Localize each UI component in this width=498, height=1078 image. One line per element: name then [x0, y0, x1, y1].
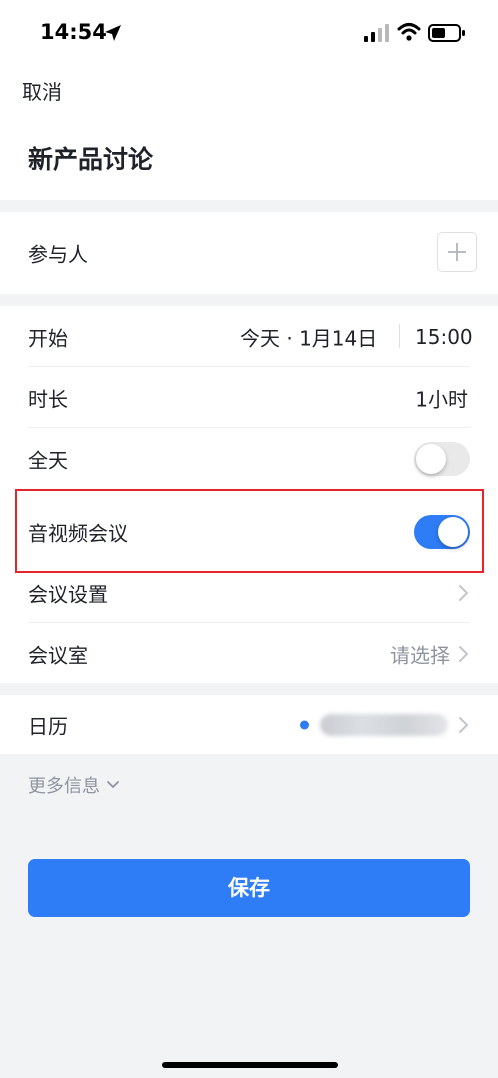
chevron-right-icon: [459, 716, 469, 733]
status-bar: 14:54: [0, 0, 498, 66]
meeting-room-placeholder: 请选择: [390, 643, 450, 667]
battery-icon: [428, 24, 465, 42]
home-indicator[interactable]: [162, 1062, 338, 1068]
page-title[interactable]: 新产品讨论: [28, 140, 153, 176]
participants-card: 参与人: [0, 212, 498, 294]
calendar-row[interactable]: 日历: [0, 695, 498, 754]
calendar-card: 日历: [0, 695, 498, 754]
duration-row[interactable]: 时长 1小时: [0, 367, 498, 428]
av-meeting-toggle[interactable]: [414, 514, 470, 549]
header: 取消 新产品讨论: [0, 66, 498, 200]
calendar-label: 日历: [28, 714, 68, 738]
location-arrow-icon: [105, 25, 121, 41]
plus-icon: [448, 243, 466, 261]
start-label: 开始: [28, 326, 68, 350]
calendar-color-dot: [300, 720, 309, 729]
cancel-button[interactable]: 取消: [22, 76, 62, 105]
duration-label: 时长: [28, 387, 68, 411]
chevron-down-icon: [107, 781, 119, 789]
all-day-toggle[interactable]: [414, 441, 470, 476]
duration-value[interactable]: 1小时: [415, 383, 468, 412]
wifi-icon: [397, 23, 421, 41]
start-row[interactable]: 开始 今天 · 1月14日 15:00: [0, 306, 498, 367]
calendar-name-blurred: [320, 713, 448, 736]
meeting-settings-row[interactable]: 会议设置: [0, 562, 498, 623]
start-time-value[interactable]: 15:00: [415, 325, 473, 349]
chevron-right-icon: [459, 584, 469, 601]
all-day-label: 全天: [28, 448, 68, 472]
add-participant-button[interactable]: [437, 232, 477, 272]
cellular-signal-icon: [364, 24, 389, 42]
participants-label: 参与人: [28, 242, 88, 267]
toggle-knob: [438, 516, 468, 547]
more-info-label: 更多信息: [28, 776, 100, 797]
meeting-room-label: 会议室: [28, 643, 88, 667]
more-info-toggle[interactable]: 更多信息: [28, 772, 120, 798]
av-meeting-row: 音视频会议: [0, 501, 498, 562]
status-time: 14:54: [40, 20, 107, 44]
save-button[interactable]: 保存: [28, 859, 470, 917]
date-time-separator: [399, 324, 400, 348]
all-day-row: 全天: [0, 428, 498, 489]
meeting-settings-label: 会议设置: [28, 582, 108, 606]
toggle-knob: [416, 443, 446, 474]
start-date-value[interactable]: 今天 · 1月14日: [240, 322, 377, 351]
meeting-room-row[interactable]: 会议室 请选择: [0, 623, 498, 684]
event-settings-card: 开始 今天 · 1月14日 15:00 时长 1小时 全天 音视频会议 会议设置…: [0, 306, 498, 683]
chevron-right-icon: [459, 645, 469, 662]
av-meeting-label: 音视频会议: [28, 521, 128, 545]
